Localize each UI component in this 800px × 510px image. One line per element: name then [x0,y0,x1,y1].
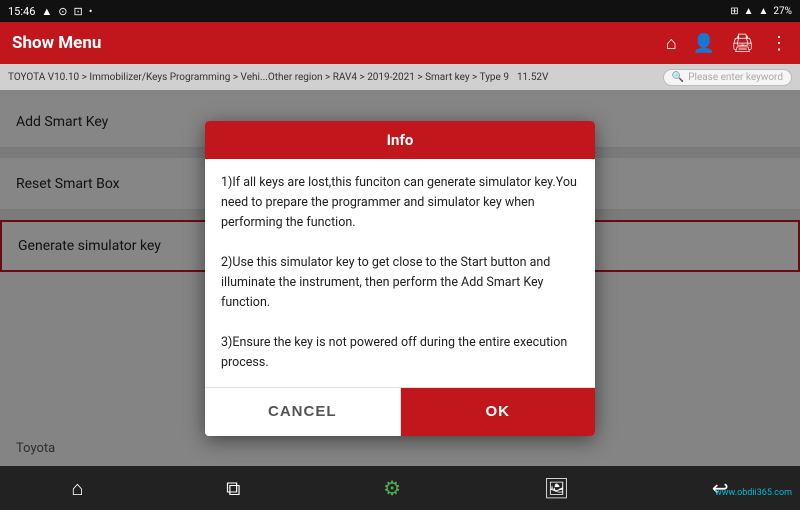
dialog-body-text: 1)If all keys are lost,this funciton can… [221,175,577,370]
battery-small-icon: ⊡ [74,5,83,18]
home-icon[interactable]: ⌂ [666,33,677,54]
status-bar: 15:46 ▲ ⊙ ⊡ • ⊞ ▲ ▲ 27% [0,0,800,22]
screenshot-icon: ⊞ [730,6,738,17]
nav-image-icon[interactable]: 🖼 [544,476,569,500]
search-placeholder: Please enter keyword [688,72,783,83]
app-bar: Show Menu ⌂ 👤 🖨 ⋮ [0,22,800,64]
search-icon: 🔍 [672,72,684,83]
dialog-overlay: Info 1)If all keys are lost,this funcito… [0,90,800,466]
battery-display: 27% [773,6,792,17]
dialog-body: 1)If all keys are lost,this funciton can… [205,159,595,387]
breadcrumb-bar: TOYOTA V10.10 > Immobilizer/Keys Program… [0,64,800,90]
print-icon[interactable]: 🖨 [731,33,754,54]
time-display: 15:46 [8,5,35,18]
watermark: www.obdii365.com [715,488,792,498]
main-content: Add Smart Key Reset Smart Box Generate s… [0,90,800,466]
cancel-button[interactable]: CANCEL [205,388,401,436]
status-left: 15:46 ▲ ⊙ ⊡ • [8,5,92,18]
status-right: ⊞ ▲ ▲ 27% [730,6,792,17]
nav-tool-icon[interactable]: ⚙ [383,476,401,500]
dot-icon: • [89,5,93,18]
breadcrumb-text: TOYOTA V10.10 > Immobilizer/Keys Program… [8,72,509,83]
signal-bars-icon: ▲ [759,6,769,17]
ok-button[interactable]: OK [401,388,596,436]
voltage-display: 11.52V [517,72,548,83]
more-icon[interactable]: ⋮ [770,33,788,54]
wifi-status-icon: ▲ [744,6,754,17]
app-bar-icons: ⌂ 👤 🖨 ⋮ [666,33,788,54]
person-icon[interactable]: 👤 [693,33,715,54]
bottom-nav: ⌂ ⧉ ⚙ 🖼 ↩ www.obdii365.com [0,466,800,510]
signal-icon: ▲ [41,5,52,18]
app-title: Show Menu [12,33,101,53]
breadcrumb-search[interactable]: 🔍 Please enter keyword [663,69,792,86]
info-dialog: Info 1)If all keys are lost,this funcito… [205,121,595,436]
wifi-icon: ⊙ [58,5,67,18]
nav-copy-icon[interactable]: ⧉ [226,476,240,500]
nav-home-icon[interactable]: ⌂ [71,476,83,501]
dialog-title: Info [205,121,595,159]
dialog-actions: CANCEL OK [205,387,595,436]
